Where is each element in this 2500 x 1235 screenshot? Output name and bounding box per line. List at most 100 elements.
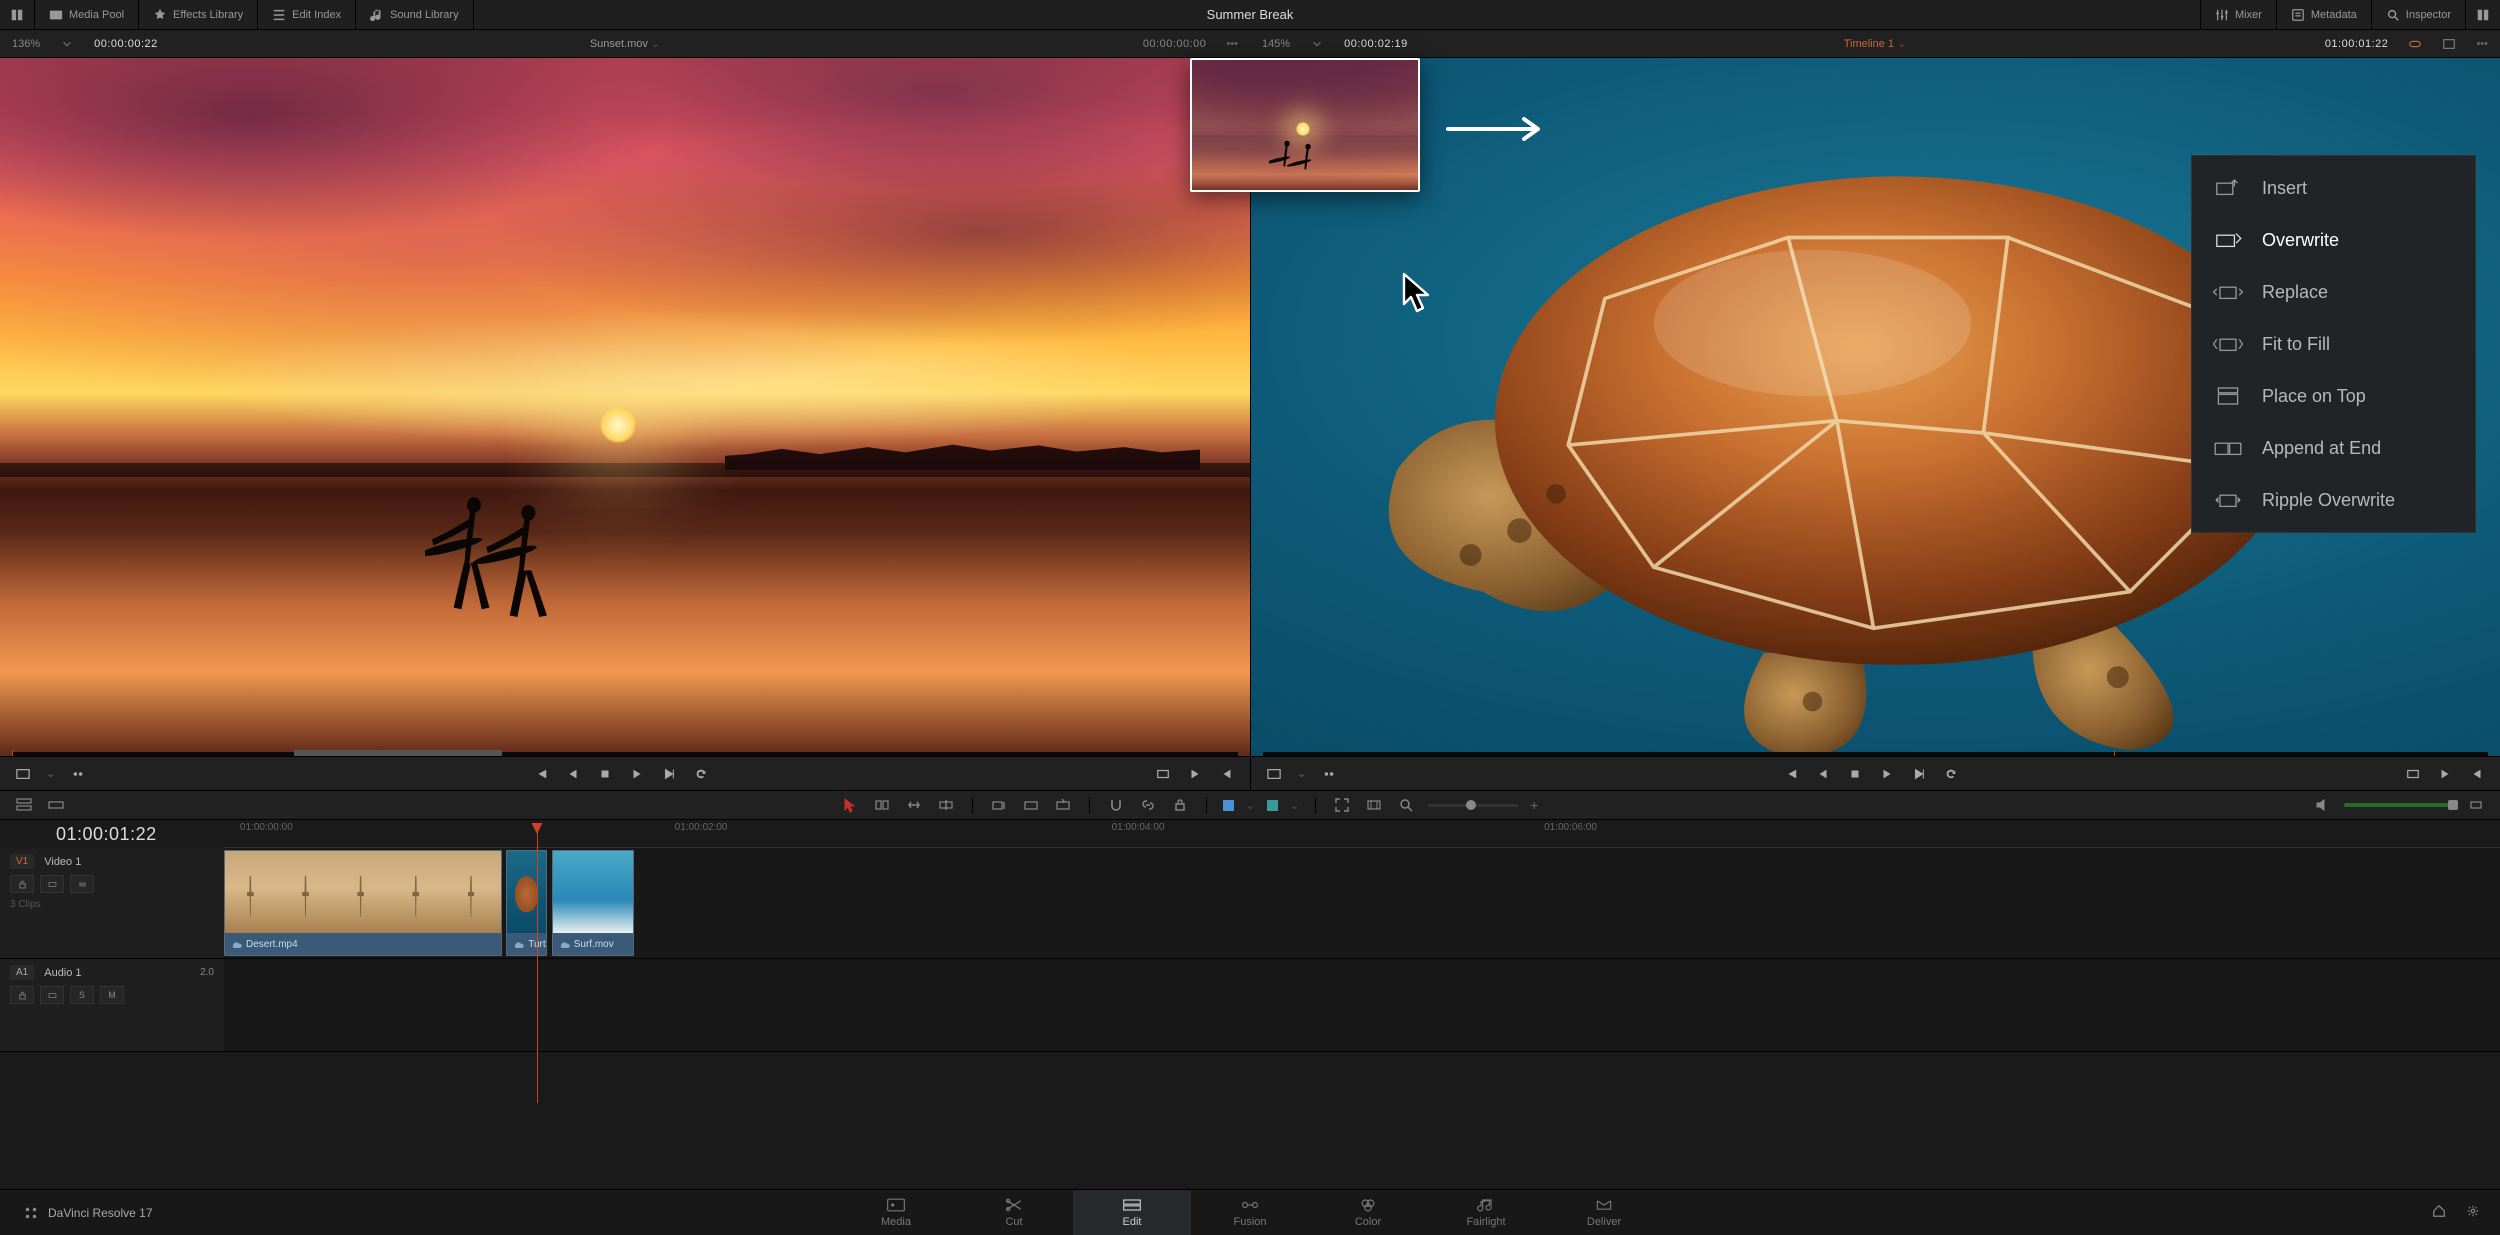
replace-clip-icon[interactable] xyxy=(1053,795,1073,815)
auto-select-icon[interactable] xyxy=(40,875,64,893)
first-frame-icon[interactable] xyxy=(532,765,550,783)
audio-track-tag[interactable]: A1 xyxy=(10,965,34,980)
menu-place-on-top[interactable]: Place on Top xyxy=(2192,370,2475,422)
overlay-icon[interactable] xyxy=(2404,765,2422,783)
prev-frame-icon[interactable] xyxy=(1814,765,1832,783)
viewer-mode-icon[interactable] xyxy=(14,765,32,783)
mute-track-icon[interactable]: M xyxy=(100,986,124,1004)
mute-icon[interactable] xyxy=(2312,795,2332,815)
marker-teal-icon[interactable] xyxy=(1267,800,1278,811)
menu-replace[interactable]: Replace xyxy=(2192,266,2475,318)
solo-icon[interactable]: S xyxy=(70,986,94,1004)
dynamic-trim-icon[interactable] xyxy=(904,795,924,815)
source-zoom[interactable]: 136% xyxy=(12,38,40,50)
menu-fit-to-fill[interactable]: Fit to Fill xyxy=(2192,318,2475,370)
audio-track-header[interactable]: A1Audio 12.0 S M xyxy=(0,959,224,1051)
mark-in-icon[interactable] xyxy=(2436,765,2454,783)
viewer-mode-icon[interactable] xyxy=(1265,765,1283,783)
source-clip-name[interactable]: Sunset.mov ⌄ xyxy=(590,37,660,50)
settings-icon[interactable] xyxy=(2466,1204,2480,1221)
lock-track-icon[interactable] xyxy=(10,875,34,893)
zoom-in-icon[interactable]: + xyxy=(1530,797,1538,813)
menu-ripple-overwrite[interactable]: Ripple Overwrite xyxy=(2192,474,2475,526)
snapping-icon[interactable] xyxy=(1106,795,1126,815)
mark-out-icon[interactable] xyxy=(1218,765,1236,783)
home-icon[interactable] xyxy=(2432,1204,2446,1221)
program-options-icon[interactable]: ••• xyxy=(2476,38,2488,50)
program-zoom[interactable]: 145% xyxy=(1262,38,1290,50)
media-pool-tab[interactable]: Media Pool xyxy=(35,0,139,30)
match-frame-icon[interactable] xyxy=(69,765,87,783)
source-scrubber[interactable] xyxy=(12,752,1238,756)
first-frame-icon[interactable] xyxy=(1782,765,1800,783)
clip-desert[interactable]: Desert.mp4 xyxy=(224,850,502,956)
lock-track-icon[interactable] xyxy=(10,986,34,1004)
effects-library-tab[interactable]: Effects Library xyxy=(139,0,258,30)
chevron-down-icon[interactable] xyxy=(1310,37,1324,51)
detail-zoom-icon[interactable] xyxy=(1364,795,1384,815)
video-track-tag[interactable]: V1 xyxy=(10,854,34,869)
trim-tool-icon[interactable] xyxy=(872,795,892,815)
chevron-down-icon[interactable] xyxy=(60,37,74,51)
video-track-header[interactable]: V1Video 1 3 Clips xyxy=(0,848,224,958)
lock-icon[interactable] xyxy=(1170,795,1190,815)
selection-tool-icon[interactable] xyxy=(840,795,860,815)
next-frame-icon[interactable] xyxy=(1910,765,1928,783)
page-deliver[interactable]: Deliver xyxy=(1545,1190,1663,1235)
disable-track-icon[interactable] xyxy=(70,875,94,893)
expand-panel-right-icon[interactable] xyxy=(2465,0,2500,30)
page-color[interactable]: Color xyxy=(1309,1190,1427,1235)
next-frame-icon[interactable] xyxy=(660,765,678,783)
audio-track-lane[interactable] xyxy=(224,959,2500,1051)
play-icon[interactable] xyxy=(1878,765,1896,783)
page-fairlight[interactable]: Fairlight xyxy=(1427,1190,1545,1235)
page-fusion[interactable]: Fusion xyxy=(1191,1190,1309,1235)
stop-icon[interactable] xyxy=(596,765,614,783)
menu-append-at-end[interactable]: Append at End xyxy=(2192,422,2475,474)
timeline-ruler[interactable]: 01:00:00:00 01:00:02:00 01:00:04:00 01:0… xyxy=(224,820,2500,848)
timeline-options-2-icon[interactable] xyxy=(46,795,66,815)
link-icon[interactable] xyxy=(2408,37,2422,51)
expand-icon[interactable] xyxy=(2442,37,2456,51)
menu-insert[interactable]: Insert xyxy=(2192,162,2475,214)
stop-icon[interactable] xyxy=(1846,765,1864,783)
expand-panel-icon[interactable] xyxy=(0,0,35,30)
blade-tool-icon[interactable] xyxy=(936,795,956,815)
prev-frame-icon[interactable] xyxy=(564,765,582,783)
play-icon[interactable] xyxy=(628,765,646,783)
timeline-playhead-tc[interactable]: 01:00:01:22 xyxy=(0,824,224,845)
zoom-to-fit-icon[interactable] xyxy=(1332,795,1352,815)
video-track-lane[interactable]: Desert.mp4 Turt... Surf.mov xyxy=(224,848,2500,958)
timeline-view-options-icon[interactable] xyxy=(14,795,34,815)
volume-slider[interactable] xyxy=(2344,803,2454,807)
timeline-name[interactable]: Timeline 1 ⌄ xyxy=(1844,37,1907,50)
match-frame-icon[interactable] xyxy=(1320,765,1338,783)
page-cut[interactable]: Cut xyxy=(955,1190,1073,1235)
dim-icon[interactable] xyxy=(2466,795,2486,815)
page-media[interactable]: Media xyxy=(837,1190,955,1235)
insert-clip-icon[interactable] xyxy=(989,795,1009,815)
overlay-icon[interactable] xyxy=(1154,765,1172,783)
loop-icon[interactable] xyxy=(692,765,710,783)
sound-library-tab[interactable]: Sound Library xyxy=(356,0,474,30)
clip-turtle[interactable]: Turt... xyxy=(506,850,547,956)
link-icon[interactable] xyxy=(1138,795,1158,815)
playhead[interactable] xyxy=(537,823,538,1103)
zoom-slider[interactable] xyxy=(1428,804,1518,807)
source-options-icon[interactable]: ••• xyxy=(1226,38,1238,50)
loop-icon[interactable] xyxy=(1942,765,1960,783)
custom-zoom-icon[interactable] xyxy=(1396,795,1416,815)
flag-blue-icon[interactable] xyxy=(1223,800,1234,811)
source-viewer[interactable] xyxy=(0,58,1250,756)
mixer-tab[interactable]: Mixer xyxy=(2200,0,2276,30)
clip-surf[interactable]: Surf.mov xyxy=(552,850,634,956)
metadata-tab[interactable]: Metadata xyxy=(2276,0,2371,30)
overwrite-clip-icon[interactable] xyxy=(1021,795,1041,815)
program-scrubber[interactable] xyxy=(1263,752,2488,756)
page-edit[interactable]: Edit xyxy=(1073,1190,1191,1235)
edit-index-tab[interactable]: Edit Index xyxy=(258,0,356,30)
mark-out-icon[interactable] xyxy=(2468,765,2486,783)
auto-select-icon[interactable] xyxy=(40,986,64,1004)
inspector-tab[interactable]: Inspector xyxy=(2371,0,2465,30)
mark-in-icon[interactable] xyxy=(1186,765,1204,783)
